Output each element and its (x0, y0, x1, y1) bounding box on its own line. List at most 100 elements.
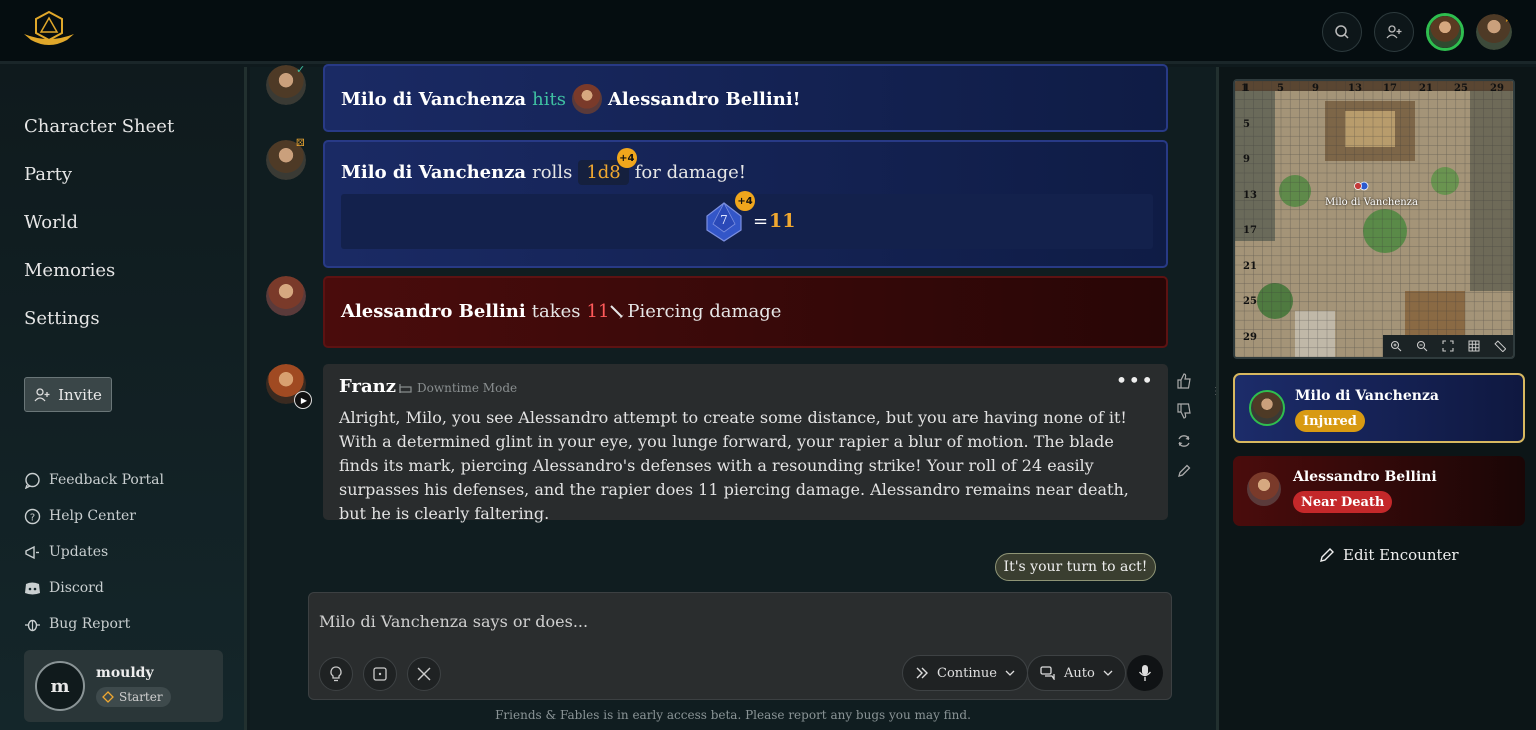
edit-icon[interactable] (1176, 463, 1192, 479)
roll-total: 11 (769, 210, 796, 232)
microphone-button[interactable] (1127, 655, 1163, 691)
check-icon: ✓ (296, 63, 306, 76)
sidebar: Character Sheet Party World Memories Set… (0, 67, 247, 730)
col-label: 13 (1348, 83, 1362, 94)
grid-icon[interactable] (1468, 340, 1480, 352)
svg-text:?: ? (30, 512, 35, 523)
dice-icon: ⚄ (296, 138, 305, 149)
row-label: 21 (1243, 261, 1257, 272)
roller-name: Milo di Vanchenza (341, 162, 527, 183)
rolls-verb: rolls (532, 162, 573, 183)
roll-suffix: for damage! (634, 162, 747, 183)
microphone-icon (1138, 664, 1152, 682)
invite-button[interactable]: Invite (24, 377, 112, 412)
thumbs-up-icon[interactable] (1176, 373, 1192, 389)
chat-bubble-icon (24, 472, 41, 489)
user-plus-icon (1386, 24, 1402, 40)
row-label: 17 (1243, 225, 1257, 236)
character-avatar[interactable]: ★ (1476, 14, 1512, 50)
encounter-card-alessandro[interactable]: Alessandro Bellini Near Death (1233, 456, 1525, 526)
play-icon: ▶ (300, 395, 308, 405)
zoom-in-icon[interactable] (1390, 340, 1402, 352)
link-feedback-portal[interactable]: Feedback Portal (24, 462, 164, 498)
link-discord[interactable]: Discord (24, 570, 164, 606)
damage-type: Piercing damage (627, 301, 782, 322)
user-card[interactable]: m mouldy Starter (24, 650, 223, 722)
die-square-icon (372, 666, 388, 682)
continue-dropdown[interactable]: Continue (902, 655, 1028, 691)
combat-button[interactable] (407, 657, 441, 691)
thumbs-down-icon[interactable] (1176, 403, 1192, 419)
search-icon (1334, 24, 1350, 40)
play-audio-button[interactable]: ▶ (294, 391, 312, 409)
combatant-name: Alessandro Bellini (1293, 469, 1437, 485)
row-label: 29 (1243, 332, 1257, 343)
col-label: 21 (1419, 83, 1433, 94)
zoom-out-icon[interactable] (1416, 340, 1428, 352)
player-avatar[interactable] (1426, 13, 1464, 51)
megaphone-icon (24, 544, 41, 561)
edit-encounter-button[interactable]: Edit Encounter (1319, 546, 1459, 564)
status-badge: Near Death (1293, 491, 1393, 513)
nav-party[interactable]: Party (24, 161, 174, 209)
add-friend-button[interactable] (1374, 12, 1414, 52)
chevron-down-icon (1103, 670, 1113, 676)
battle-map[interactable]: Milo di Vanchenza 1 5 9 13 17 21 25 29 1… (1233, 79, 1515, 359)
fit-view-icon[interactable] (1442, 340, 1454, 352)
mode-tag: Downtime Mode (399, 381, 517, 395)
dice-button[interactable] (363, 657, 397, 691)
hit-message: Milo di Vanchenza hits Alessandro Bellin… (323, 64, 1168, 132)
row-label: 13 (1243, 190, 1257, 201)
nav-character-sheet[interactable]: Character Sheet (24, 113, 174, 161)
avatar (571, 84, 602, 114)
more-options-icon[interactable]: ••• (1116, 368, 1154, 392)
idea-button[interactable] (319, 657, 353, 691)
search-button[interactable] (1322, 12, 1362, 52)
map-col-labels: 1 5 9 13 17 21 25 29 (1241, 83, 1504, 94)
dice-chip[interactable]: 1d8 +4 (578, 148, 637, 185)
piercing-icon (609, 304, 625, 320)
auto-dropdown[interactable]: Auto (1027, 655, 1126, 691)
regenerate-icon[interactable] (1176, 433, 1192, 449)
action-input[interactable] (319, 607, 1159, 635)
damage-amount: 11 (586, 301, 610, 322)
roll-message: Milo di Vanchenza rolls 1d8 +4 for damag… (323, 140, 1168, 268)
sidebar-nav: Character Sheet Party World Memories Set… (24, 113, 174, 353)
encounter-card-milo[interactable]: Milo di Vanchenza Injured (1233, 373, 1525, 443)
attacker-name: Milo di Vanchenza (341, 88, 527, 110)
crossed-swords-icon (416, 666, 432, 682)
invite-label: Invite (58, 385, 102, 404)
d20-logo-icon[interactable] (22, 10, 76, 50)
continue-label: Continue (937, 665, 997, 681)
die-value: 7 (720, 213, 728, 227)
help-circle-icon: ? (24, 508, 41, 525)
top-bar: ★ (0, 0, 1536, 64)
avatar (266, 276, 306, 316)
col-label: 25 (1454, 83, 1468, 94)
link-updates[interactable]: Updates (24, 534, 164, 570)
lightbulb-icon (329, 666, 343, 682)
col-label: 17 (1383, 83, 1397, 94)
avatar (1247, 472, 1281, 506)
ruler-icon[interactable] (1494, 340, 1506, 352)
damage-message: Alessandro Bellini takes 11 Piercing dam… (323, 276, 1168, 348)
bug-icon (24, 616, 41, 633)
speech-bubbles-icon (1040, 666, 1056, 680)
message-actions (1176, 373, 1192, 479)
link-label: Help Center (49, 508, 137, 524)
auto-label: Auto (1064, 665, 1095, 681)
link-bug-report[interactable]: Bug Report (24, 606, 164, 642)
chevron-down-icon (1005, 670, 1015, 676)
encounter-panel: Milo di Vanchenza 1 5 9 13 17 21 25 29 1… (1216, 67, 1536, 730)
nav-world[interactable]: World (24, 209, 174, 257)
target-name: Alessandro Bellini! (607, 88, 801, 110)
dice-result-row: 7 +4 = 11 (341, 191, 1153, 249)
map-controls (1383, 335, 1513, 357)
link-help-center[interactable]: ? Help Center (24, 498, 164, 534)
col-label: 5 (1277, 83, 1284, 94)
col-label: 1 (1241, 83, 1248, 94)
nav-memories[interactable]: Memories (24, 257, 174, 305)
link-label: Bug Report (49, 616, 131, 632)
nav-settings[interactable]: Settings (24, 305, 174, 353)
combatant-name: Milo di Vanchenza (1295, 388, 1439, 404)
